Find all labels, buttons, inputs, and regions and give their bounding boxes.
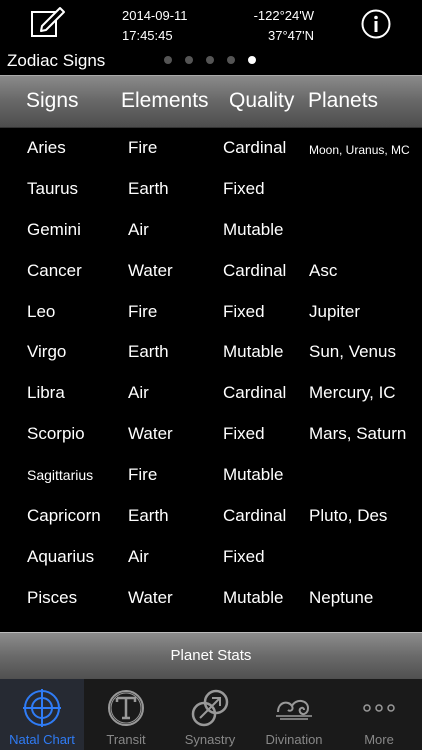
sign-cell: Leo	[27, 301, 56, 321]
element-cell: Air	[128, 546, 149, 566]
chart-datetime: 2014-09-11 17:45:45	[122, 6, 188, 46]
sign-cell: Gemini	[27, 219, 81, 239]
planets-cell: Moon, Uranus, MC	[309, 143, 410, 157]
longitude: -122°24'W	[253, 8, 314, 23]
sign-cell: Pisces	[27, 587, 78, 607]
sign-cell: Aquarius	[27, 546, 95, 566]
element-cell: Fire	[128, 301, 158, 321]
quality-cell: Mutable	[223, 219, 284, 239]
element-cell: Fire	[128, 465, 158, 485]
zodiac-table: Aries Fire Cardinal Moon, Uranus, MC Tau…	[0, 127, 422, 618]
sign-cell: Taurus	[27, 178, 79, 198]
page-dot[interactable]	[227, 56, 235, 64]
sign-cell: Capricorn	[27, 506, 101, 526]
swirl-cloud-icon	[274, 688, 314, 728]
element-cell: Water	[128, 260, 173, 280]
quality-cell: Fixed	[223, 301, 265, 321]
quality-cell: Cardinal	[223, 138, 287, 157]
element-cell: Earth	[128, 506, 169, 526]
planets-cell: Mars, Saturn	[309, 424, 407, 444]
quality-cell: Mutable	[223, 465, 284, 485]
element-cell: Fire	[128, 138, 158, 157]
sign-cell: Scorpio	[27, 424, 85, 444]
element-cell: Earth	[128, 178, 169, 198]
quality-cell: Cardinal	[223, 383, 287, 403]
sign-cell: Libra	[27, 383, 65, 403]
planets-cell: Sun, Venus	[309, 342, 396, 362]
tab-more[interactable]: More	[336, 679, 422, 750]
column-header-planets: Planets	[308, 89, 379, 112]
table-row: Gemini Air Mutable	[0, 209, 422, 250]
page-indicator[interactable]	[164, 56, 256, 66]
quality-cell: Cardinal	[223, 260, 287, 280]
quality-cell: Fixed	[223, 546, 265, 566]
table-row: Taurus Earth Fixed	[0, 168, 422, 209]
table-row: Virgo Earth Mutable Sun, Venus	[0, 331, 422, 372]
quality-cell: Cardinal	[223, 506, 287, 526]
page-dot[interactable]	[164, 56, 172, 64]
column-header-quality: Quality	[229, 89, 295, 112]
element-cell: Air	[128, 219, 149, 239]
tab-label: Synastry	[184, 732, 236, 747]
tab-transit[interactable]: Transit	[84, 679, 168, 750]
info-icon[interactable]	[361, 9, 391, 39]
table-header: Signs Elements Quality Planets	[0, 75, 422, 128]
element-cell: Water	[128, 424, 173, 444]
tab-label: Natal Chart	[9, 732, 75, 747]
planets-cell: Mercury, IC	[309, 383, 396, 403]
table-row: Scorpio Water Fixed Mars, Saturn	[0, 413, 422, 454]
edit-icon[interactable]	[30, 6, 66, 38]
quality-cell: Fixed	[223, 178, 265, 198]
planet-stats-button[interactable]: Planet Stats	[0, 632, 422, 680]
page-dot-active[interactable]	[248, 56, 256, 64]
chart-time: 17:45:45	[122, 28, 173, 43]
element-cell: Earth	[128, 342, 169, 362]
planets-cell: Pluto, Des	[309, 506, 388, 526]
quality-cell: Mutable	[223, 587, 284, 607]
sign-cell: Aries	[27, 138, 66, 157]
latitude: 37°47'N	[268, 28, 314, 43]
column-header-elements: Elements	[121, 89, 209, 112]
planet-stats-label: Planet Stats	[170, 647, 252, 664]
table-row: Cancer Water Cardinal Asc	[0, 250, 422, 291]
quality-cell: Fixed	[223, 424, 265, 444]
table-row: Capricorn Earth Cardinal Pluto, Des	[0, 495, 422, 536]
tab-divination[interactable]: Divination	[252, 679, 336, 750]
t-circle-icon	[106, 688, 146, 728]
planets-cell: Neptune	[309, 587, 374, 607]
page-dot[interactable]	[185, 56, 193, 64]
page-dot[interactable]	[206, 56, 214, 64]
planets-cell: Jupiter	[309, 301, 361, 321]
table-row: Sagittarius Fire Mutable	[0, 454, 422, 495]
quality-cell: Mutable	[223, 342, 284, 362]
sign-cell: Virgo	[27, 342, 67, 362]
page-title: Zodiac Signs	[7, 51, 106, 70]
crosshair-circle-icon	[22, 688, 62, 728]
table-row: Pisces Water Mutable Neptune	[0, 577, 422, 618]
column-header-signs: Signs	[26, 89, 79, 112]
tab-label: Divination	[265, 732, 323, 747]
planets-cell: Asc	[309, 260, 338, 280]
ellipsis-icon	[359, 688, 399, 728]
element-cell: Air	[128, 383, 149, 403]
tab-bar: Natal Chart Transit Synastry Divination …	[0, 679, 422, 750]
chart-date: 2014-09-11	[122, 8, 188, 23]
tab-label: More	[364, 732, 394, 747]
chart-coordinates: -122°24'W 37°47'N	[254, 6, 314, 46]
tab-synastry[interactable]: Synastry	[168, 679, 252, 750]
table-row: Aquarius Air Fixed	[0, 536, 422, 577]
sign-cell: Cancer	[27, 260, 82, 280]
table-row: Aries Fire Cardinal Moon, Uranus, MC	[0, 127, 422, 168]
sign-cell: Sagittarius	[27, 467, 94, 484]
element-cell: Water	[128, 587, 173, 607]
table-row: Leo Fire Fixed Jupiter	[0, 291, 422, 332]
tab-label: Transit	[106, 732, 146, 747]
top-bar: 2014-09-11 17:45:45 -122°24'W 37°47'N	[0, 0, 422, 48]
table-row: Libra Air Cardinal Mercury, IC	[0, 372, 422, 413]
linked-circles-icon	[190, 688, 230, 728]
tab-natal-chart[interactable]: Natal Chart	[0, 679, 84, 750]
